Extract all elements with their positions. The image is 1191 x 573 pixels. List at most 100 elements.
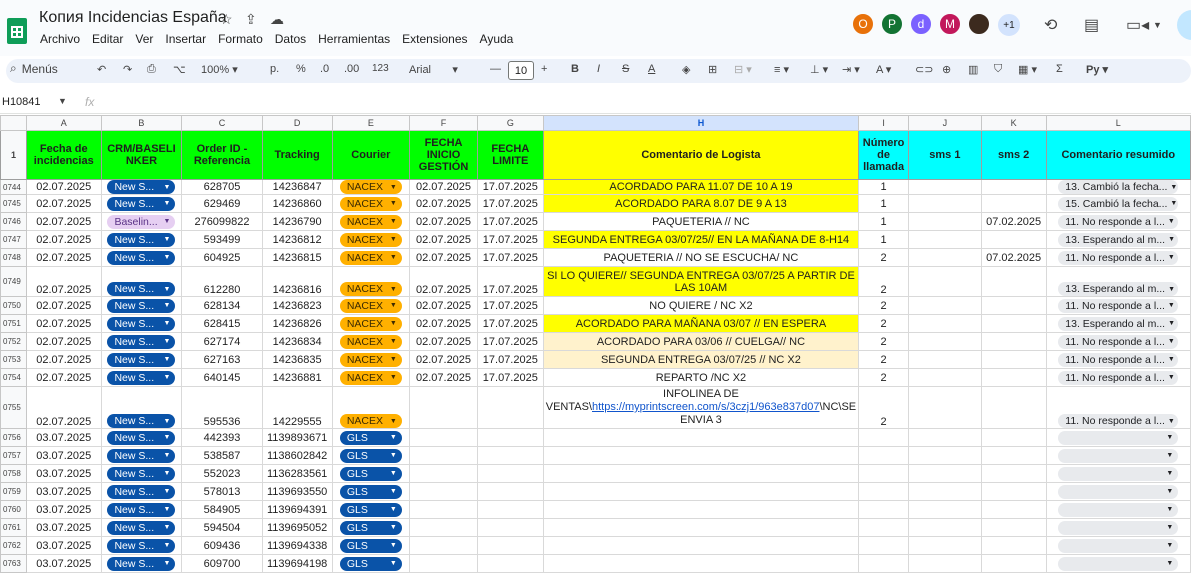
comentario-logista-cell[interactable]: ACORDADO PARA 8.07 DE 9 A 13 bbox=[542, 194, 860, 213]
comentario-resumido-cell[interactable]: ▼ bbox=[1045, 518, 1191, 537]
fecha-limite-cell[interactable] bbox=[476, 518, 544, 537]
fecha-inicio-cell[interactable]: 02.07.2025 bbox=[409, 296, 478, 315]
header-comentario-logista[interactable]: Comentario de Logista bbox=[542, 130, 860, 180]
tracking-cell[interactable]: 14229555 bbox=[261, 386, 333, 429]
comentario-logista-cell[interactable] bbox=[542, 482, 860, 501]
fecha-inicio-cell[interactable]: 02.07.2025 bbox=[409, 179, 478, 195]
crm-cell[interactable]: New S... ▼ bbox=[100, 428, 183, 447]
comentario-resumido-dropdown[interactable]: ▼ bbox=[1058, 484, 1179, 499]
courier-dropdown[interactable]: NACEX ▼ bbox=[339, 352, 402, 367]
tracking-cell[interactable]: 14236815 bbox=[261, 248, 333, 267]
sms1-cell[interactable] bbox=[908, 500, 982, 519]
move-icon[interactable]: ⇪ bbox=[245, 11, 257, 28]
courier-cell[interactable]: GLS ▼ bbox=[331, 536, 411, 555]
sms2-cell[interactable] bbox=[980, 368, 1047, 387]
comentario-resumido-dropdown[interactable]: ▼ bbox=[1058, 466, 1179, 481]
sms1-cell[interactable] bbox=[908, 554, 982, 573]
numero-llamada-cell[interactable]: 2 bbox=[858, 314, 910, 333]
header-numero-llamada[interactable]: Número de llamada bbox=[858, 130, 910, 180]
comentario-resumido-dropdown[interactable]: ▼ bbox=[1058, 538, 1179, 553]
crm-dropdown[interactable]: New S... ▼ bbox=[107, 250, 176, 265]
fecha-inicio-cell[interactable]: 02.07.2025 bbox=[409, 314, 478, 333]
courier-cell[interactable]: GLS ▼ bbox=[331, 446, 411, 465]
sms1-cell[interactable] bbox=[908, 386, 982, 429]
fecha-cell[interactable]: 02.07.2025 bbox=[25, 230, 102, 249]
column-header-k[interactable]: K bbox=[980, 115, 1047, 131]
comentario-resumido-dropdown[interactable]: ▼ bbox=[1058, 520, 1179, 535]
fecha-inicio-cell[interactable] bbox=[409, 446, 478, 465]
comentario-logista-cell[interactable]: SEGUNDA ENTREGA 03/07/25// EN LA MAÑANA … bbox=[542, 230, 860, 249]
courier-cell[interactable]: GLS ▼ bbox=[331, 464, 411, 483]
sms1-cell[interactable] bbox=[908, 518, 982, 537]
fecha-cell[interactable]: 02.07.2025 bbox=[25, 296, 102, 315]
comentario-resumido-cell[interactable]: 11. No responde a l... ▼ bbox=[1045, 296, 1191, 315]
comentario-resumido-cell[interactable]: ▼ bbox=[1045, 464, 1191, 483]
sms2-cell[interactable] bbox=[980, 386, 1047, 429]
column-header-d[interactable]: D bbox=[261, 115, 333, 131]
numero-llamada-cell[interactable] bbox=[858, 428, 910, 447]
crm-dropdown[interactable]: New S... ▼ bbox=[107, 196, 176, 211]
courier-dropdown[interactable]: NACEX ▼ bbox=[339, 196, 402, 211]
crm-cell[interactable]: New S... ▼ bbox=[100, 230, 183, 249]
comentario-logista-cell[interactable] bbox=[542, 446, 860, 465]
comentario-logista-cell[interactable]: SEGUNDA ENTREGA 03/07/25 // NC X2 bbox=[542, 350, 860, 369]
crm-dropdown[interactable]: Baselin... ▼ bbox=[107, 214, 176, 229]
header-tracking[interactable]: Tracking bbox=[261, 130, 333, 180]
comentario-resumido-dropdown[interactable]: 11. No responde a l... ▼ bbox=[1058, 370, 1179, 385]
order-id-cell[interactable]: 628134 bbox=[181, 296, 263, 315]
fecha-inicio-cell[interactable] bbox=[409, 500, 478, 519]
header-order-id[interactable]: Order ID - Referencia bbox=[181, 130, 263, 180]
courier-cell[interactable]: NACEX ▼ bbox=[331, 212, 411, 231]
courier-cell[interactable]: GLS ▼ bbox=[331, 500, 411, 519]
align-horizontal-icon[interactable]: ≡ ▾ bbox=[774, 63, 789, 76]
crm-cell[interactable]: New S... ▼ bbox=[100, 350, 183, 369]
tracking-cell[interactable]: 1138602842 bbox=[261, 446, 333, 465]
column-header-j[interactable]: J bbox=[908, 115, 982, 131]
header-fecha-limite[interactable]: FECHA LIMITE bbox=[476, 130, 544, 180]
crm-dropdown[interactable]: New S... ▼ bbox=[107, 316, 176, 331]
courier-cell[interactable]: NACEX ▼ bbox=[331, 179, 411, 195]
number-format-button[interactable]: 123 bbox=[372, 63, 389, 74]
comentario-resumido-cell[interactable]: 11. No responde a l... ▼ bbox=[1045, 212, 1191, 231]
comentario-resumido-dropdown[interactable]: ▼ bbox=[1058, 448, 1179, 463]
fecha-cell[interactable]: 02.07.2025 bbox=[25, 314, 102, 333]
comentario-resumido-dropdown[interactable]: 11. No responde a l... ▼ bbox=[1058, 352, 1179, 367]
column-header-f[interactable]: F bbox=[409, 115, 478, 131]
courier-cell[interactable]: NACEX ▼ bbox=[331, 230, 411, 249]
fecha-limite-cell[interactable]: 17.07.2025 bbox=[476, 350, 544, 369]
crm-cell[interactable]: New S... ▼ bbox=[100, 554, 183, 573]
sms2-cell[interactable] bbox=[980, 194, 1047, 213]
numero-llamada-cell[interactable] bbox=[858, 464, 910, 483]
comentario-resumido-cell[interactable]: ▼ bbox=[1045, 536, 1191, 555]
row-number[interactable]: 0745 bbox=[0, 194, 27, 213]
fecha-inicio-cell[interactable]: 02.07.2025 bbox=[409, 230, 478, 249]
fecha-limite-cell[interactable] bbox=[476, 386, 544, 429]
crm-cell[interactable]: New S... ▼ bbox=[100, 518, 183, 537]
courier-cell[interactable]: GLS ▼ bbox=[331, 482, 411, 501]
comentario-resumido-cell[interactable]: ▼ bbox=[1045, 446, 1191, 465]
sms2-cell[interactable] bbox=[980, 536, 1047, 555]
tracking-cell[interactable]: 14236790 bbox=[261, 212, 333, 231]
comentario-resumido-dropdown[interactable]: 11. No responde a l... ▼ bbox=[1058, 414, 1179, 428]
comment-icon[interactable]: ⊕ bbox=[942, 63, 951, 76]
order-id-cell[interactable]: 609436 bbox=[181, 536, 263, 555]
menu-search[interactable]: ⌕ Menús bbox=[10, 61, 58, 76]
fecha-inicio-cell[interactable]: 02.07.2025 bbox=[409, 368, 478, 387]
sms1-cell[interactable] bbox=[908, 296, 982, 315]
fecha-cell[interactable]: 03.07.2025 bbox=[25, 554, 102, 573]
numero-llamada-cell[interactable]: 1 bbox=[858, 212, 910, 231]
fecha-cell[interactable]: 03.07.2025 bbox=[25, 428, 102, 447]
row-number[interactable]: 0753 bbox=[0, 350, 27, 369]
comentario-resumido-cell[interactable]: 13. Cambió la fecha... ▼ bbox=[1045, 179, 1191, 195]
tracking-cell[interactable]: 1139893671 bbox=[261, 428, 333, 447]
text-color-icon[interactable]: A bbox=[648, 63, 655, 75]
avatar[interactable]: d bbox=[909, 12, 933, 36]
fecha-cell[interactable]: 02.07.2025 bbox=[25, 386, 102, 429]
fecha-cell[interactable]: 02.07.2025 bbox=[25, 332, 102, 351]
fecha-limite-cell[interactable] bbox=[476, 500, 544, 519]
menu-item-0[interactable]: Archivo bbox=[40, 32, 80, 46]
row-number[interactable]: 0750 bbox=[0, 296, 27, 315]
order-id-cell[interactable]: 627174 bbox=[181, 332, 263, 351]
comentario-resumido-cell[interactable]: 11. No responde a l... ▼ bbox=[1045, 332, 1191, 351]
order-id-cell[interactable]: 276099822 bbox=[181, 212, 263, 231]
